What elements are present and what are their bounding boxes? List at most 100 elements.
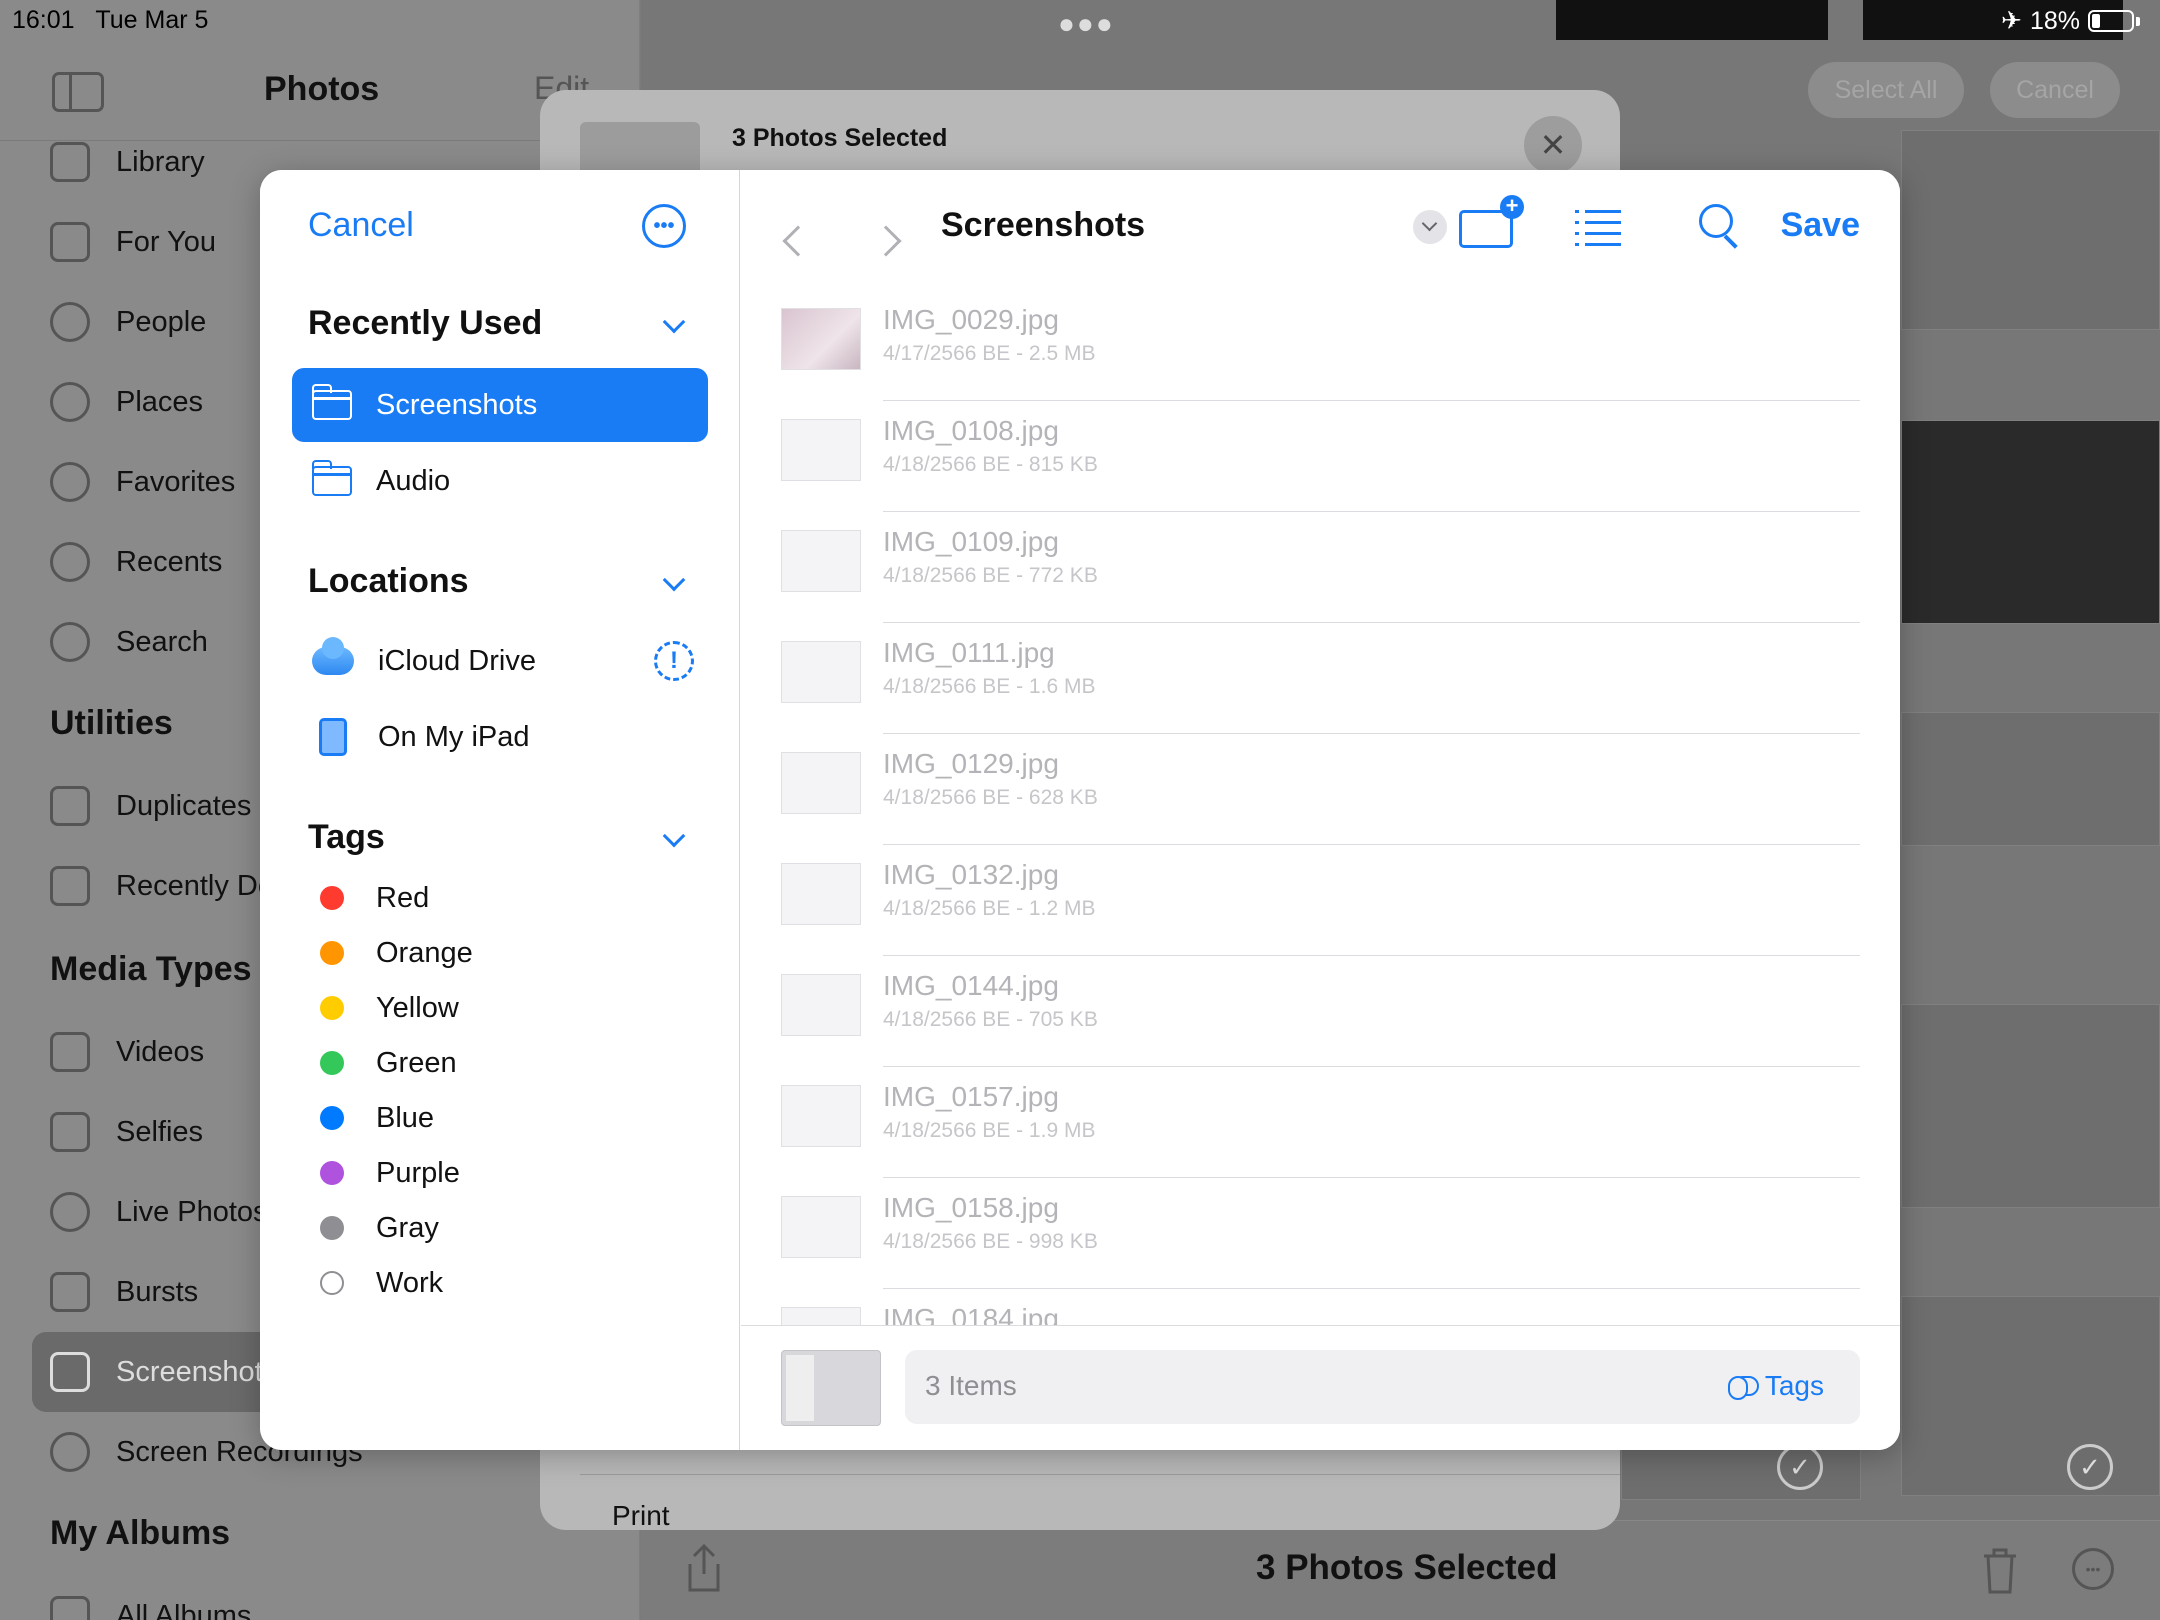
sidebar-item-recents[interactable]: Recents (50, 532, 222, 592)
photo-thumbnail[interactable] (1901, 712, 2160, 846)
tag-color-dot (320, 1161, 344, 1185)
selected-check-icon[interactable]: ✓ (1777, 1444, 1823, 1490)
sidebar-item-duplicates[interactable]: Duplicates (50, 776, 251, 836)
sidebar-item-label: On My iPad (378, 720, 530, 753)
file-row[interactable]: IMG_0029.jpg 4/17/2566 BE - 2.5 MB (741, 290, 1900, 401)
file-row[interactable]: IMG_0111.jpg 4/18/2566 BE - 1.6 MB (741, 623, 1900, 734)
chevron-down-icon[interactable] (662, 568, 686, 592)
tag-item[interactable]: Yellow (292, 980, 708, 1036)
photo-thumbnail[interactable] (1901, 130, 2160, 330)
file-thumbnail (781, 974, 861, 1036)
file-thumbnail (781, 752, 861, 814)
sidebar-item-label: People (116, 305, 207, 338)
cancel-button[interactable]: Cancel (308, 206, 414, 245)
filename-field[interactable]: 3 Items Tags (905, 1350, 1860, 1424)
picker-sidebar: Cancel ••• Recently Used Screenshots Aud… (260, 170, 740, 1450)
chevron-down-icon[interactable] (1413, 210, 1447, 244)
sidebar-item-label: Bursts (116, 1275, 199, 1308)
sidebar-item-label: Places (116, 385, 204, 418)
list-view-icon[interactable] (1575, 210, 1621, 246)
file-row[interactable]: IMG_0158.jpg 4/18/2566 BE - 998 KB (741, 1178, 1900, 1289)
sidebar-item-places[interactable]: Places (50, 372, 203, 432)
file-name: IMG_0144.jpg (883, 970, 1059, 1001)
file-thumbnail (781, 530, 861, 592)
sidebar-item-audio[interactable]: Audio (292, 444, 708, 518)
places-icon (50, 382, 90, 422)
sidebar-item-selfies[interactable]: Selfies (50, 1102, 203, 1162)
sidebar-item-screenshots[interactable]: Screenshots (292, 368, 708, 442)
status-time: 16:01 Tue Mar 5 (12, 6, 208, 35)
tag-item[interactable]: Green (292, 1035, 708, 1091)
sidebar-item-label: Live Photos (116, 1195, 268, 1228)
sidebar-item-search[interactable]: Search (50, 612, 208, 672)
library-icon (50, 142, 90, 182)
sidebar-item-all-albums[interactable]: All Albums (50, 1586, 251, 1620)
utilities-heading: Utilities (50, 704, 173, 742)
selected-check-icon[interactable]: ✓ (2067, 1444, 2113, 1490)
search-icon (50, 622, 90, 662)
sidebar-item-on-my-ipad[interactable]: On My iPad (292, 700, 708, 774)
sidebar-item-label: Videos (116, 1035, 205, 1068)
sidebar-item-favorites[interactable]: Favorites (50, 452, 235, 512)
forward-chevron-icon[interactable] (870, 225, 902, 257)
record-icon (50, 1432, 90, 1472)
sidebar-toggle-icon[interactable] (52, 72, 104, 112)
heart-icon (50, 462, 90, 502)
for-you-icon (50, 222, 90, 262)
sidebar-item-videos[interactable]: Videos (50, 1022, 204, 1082)
file-meta: 4/18/2566 BE - 1.2 MB (883, 897, 1096, 920)
tag-item[interactable]: Work (292, 1255, 708, 1311)
select-all-button[interactable]: Select All (1808, 62, 1964, 118)
share-icon[interactable] (684, 1542, 724, 1594)
tag-item[interactable]: Blue (292, 1090, 708, 1146)
file-meta: 4/18/2566 BE - 1.6 MB (883, 675, 1096, 698)
sidebar-item-bursts[interactable]: Bursts (50, 1262, 198, 1322)
tags-button[interactable]: Tags (1727, 1370, 1824, 1402)
tag-item[interactable]: Gray (292, 1200, 708, 1256)
photos-title: Photos (264, 70, 380, 108)
sidebar-item-live-photos[interactable]: Live Photos (50, 1182, 268, 1242)
photo-thumbnail[interactable] (1901, 1004, 2160, 1208)
tag-item[interactable]: Red (292, 870, 708, 926)
file-row[interactable]: IMG_0129.jpg 4/18/2566 BE - 628 KB (741, 734, 1900, 845)
file-row[interactable]: IMG_0108.jpg 4/18/2566 BE - 815 KB (741, 401, 1900, 512)
sync-alert-icon[interactable]: ! (654, 641, 694, 681)
multitasking-dots-icon[interactable]: ●●● (1058, 8, 1115, 40)
folder-title: Screenshots (941, 206, 1146, 244)
sidebar-item-library[interactable]: Library (50, 132, 205, 192)
file-row[interactable]: IMG_0157.jpg 4/18/2566 BE - 1.9 MB (741, 1067, 1900, 1178)
trash-icon (50, 866, 90, 906)
photo-thumbnail[interactable] (1901, 420, 2160, 624)
file-row[interactable]: IMG_0109.jpg 4/18/2566 BE - 772 KB (741, 512, 1900, 623)
more-options-icon[interactable]: ••• (642, 204, 686, 248)
print-action[interactable]: Print (612, 1500, 670, 1532)
tag-color-dot (320, 1051, 344, 1075)
file-row[interactable]: IMG_0132.jpg 4/18/2566 BE - 1.2 MB (741, 845, 1900, 956)
tag-color-dot (320, 996, 344, 1020)
close-icon[interactable]: ✕ (1524, 116, 1582, 174)
tag-item[interactable]: Orange (292, 925, 708, 981)
chevron-down-icon[interactable] (662, 824, 686, 848)
file-row[interactable]: IMG_0144.jpg 4/18/2566 BE - 705 KB (741, 956, 1900, 1067)
photo-thumbnail[interactable] (1901, 1296, 2160, 1496)
tag-item[interactable]: Purple (292, 1145, 708, 1201)
file-row[interactable]: IMG_0184.jpg (741, 1289, 1900, 1325)
save-button[interactable]: Save (1781, 206, 1860, 245)
sidebar-item-icloud-drive[interactable]: iCloud Drive! (292, 624, 708, 698)
file-thumbnail (781, 308, 861, 370)
cancel-selection-button[interactable]: Cancel (1990, 62, 2120, 118)
file-name: IMG_0132.jpg (883, 859, 1059, 890)
new-folder-icon[interactable] (1459, 195, 1524, 248)
sidebar-item-people[interactable]: People (50, 292, 206, 352)
trash-icon[interactable] (1978, 1546, 2022, 1594)
back-chevron-icon[interactable] (782, 225, 814, 257)
sidebar-item-label: For You (116, 225, 216, 258)
more-options-icon[interactable]: ••• (2072, 1548, 2114, 1590)
sidebar-item-for-you[interactable]: For You (50, 212, 216, 272)
sidebar-item-label: Search (116, 625, 208, 658)
sidebar-item-screenshots[interactable]: Screenshots (50, 1342, 277, 1402)
tag-label: Blue (376, 1101, 435, 1134)
chevron-down-icon[interactable] (662, 310, 686, 334)
tag-color-dot (320, 1271, 344, 1295)
search-icon[interactable] (1699, 204, 1739, 244)
